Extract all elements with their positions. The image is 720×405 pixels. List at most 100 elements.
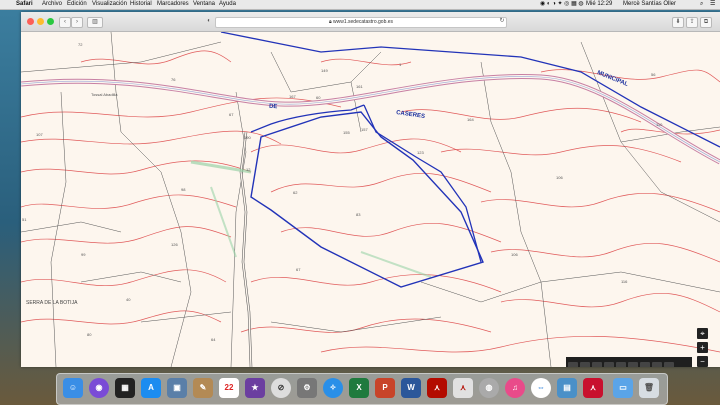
folder-icon[interactable]: ▭ bbox=[613, 378, 633, 398]
browser-toolbar: ‹ › ▥ ◐ 🔒︎ www1.sedecatastro.gob.es ↻ ⬇ … bbox=[21, 12, 720, 32]
zoom-in-button[interactable]: + bbox=[697, 342, 708, 353]
parcel-number: 99 bbox=[81, 252, 86, 257]
map-tool-bar bbox=[566, 357, 692, 367]
calendar-day: 22 bbox=[224, 383, 234, 392]
parcel-number: 126 bbox=[171, 242, 178, 247]
parcel-number: 80 bbox=[87, 332, 92, 337]
parcel-number: 51 bbox=[22, 217, 27, 222]
address-bar[interactable]: 🔒︎ www1.sedecatastro.gob.es bbox=[215, 17, 507, 28]
imovie-icon[interactable]: ★ bbox=[245, 378, 265, 398]
menu-archivo[interactable]: Archivo bbox=[42, 0, 62, 9]
locate-button[interactable]: ⌖ bbox=[697, 328, 708, 339]
map-tool-icon[interactable] bbox=[580, 362, 590, 367]
menu-marcadores[interactable]: Marcadores bbox=[157, 0, 189, 9]
list-icon[interactable]: ☰ bbox=[710, 0, 715, 9]
acrobat-reader-icon[interactable]: ⋏ bbox=[453, 378, 473, 398]
parcel-number: 83 bbox=[356, 212, 361, 217]
minimize-icon[interactable] bbox=[37, 18, 44, 25]
preview-icon[interactable]: ▤ bbox=[557, 378, 577, 398]
search-icon[interactable]: ⌕ bbox=[700, 0, 703, 9]
municipal-boundary bbox=[220, 32, 720, 263]
parcel-number: 167 bbox=[289, 94, 296, 99]
map-tool-icon[interactable] bbox=[616, 362, 626, 367]
parcel-number: 67 bbox=[296, 267, 301, 272]
safari-window: ‹ › ▥ ◐ 🔒︎ www1.sedecatastro.gob.es ↻ ⬇ … bbox=[21, 12, 720, 367]
zoom-out-button[interactable]: − bbox=[697, 356, 708, 367]
clock[interactable]: Mié 12:29 bbox=[586, 0, 612, 9]
app-store-icon[interactable]: A bbox=[141, 378, 161, 398]
notes-icon[interactable]: ✎ bbox=[193, 378, 213, 398]
dock: ☺ ◉ ▦ A ▣ ✎ 22 ★ ⊘ ⚙ ✧ X P W ⋏ ⋏ ◍ ♫ ⇔ ▤… bbox=[56, 373, 668, 405]
tabs-icon[interactable]: ⧉ bbox=[700, 17, 712, 28]
trash-icon[interactable]: 🗑︎ bbox=[639, 378, 659, 398]
app-name[interactable]: Safari bbox=[16, 0, 33, 9]
sidebar-icon[interactable]: ▥ bbox=[87, 17, 103, 28]
map-tool-icon[interactable] bbox=[652, 362, 662, 367]
disk-utility-icon[interactable]: ◍ bbox=[479, 378, 499, 398]
parcel-number: 106 bbox=[556, 175, 563, 180]
parcel-number: 62 bbox=[293, 190, 298, 195]
close-icon[interactable] bbox=[27, 18, 34, 25]
parcel-number: 1 bbox=[399, 62, 402, 67]
parcel-number: 107 bbox=[36, 132, 43, 137]
forward-button[interactable]: › bbox=[71, 17, 83, 28]
itunes-icon[interactable]: ♫ bbox=[505, 378, 525, 398]
map-tool-icon[interactable] bbox=[604, 362, 614, 367]
label-small: Tossal Abadilla bbox=[91, 92, 118, 97]
user-name[interactable]: Mercè Santías Oller bbox=[623, 0, 676, 9]
map-tool-icon[interactable] bbox=[628, 362, 638, 367]
block-icon[interactable]: ⊘ bbox=[271, 378, 291, 398]
parcel-number: 116 bbox=[621, 279, 628, 284]
mission-control-icon[interactable]: ▦ bbox=[115, 378, 135, 398]
url-text: www1.sedecatastro.gob.es bbox=[333, 19, 394, 25]
map-tool-icon[interactable] bbox=[568, 362, 578, 367]
parcel-number: 157 bbox=[361, 127, 368, 132]
parcel-number: 12 bbox=[246, 167, 251, 172]
menu-ventana[interactable]: Ventana bbox=[193, 0, 215, 9]
parcel-number: 64 bbox=[211, 337, 216, 342]
label-de: DE bbox=[268, 103, 278, 111]
parcel-number: 164 bbox=[467, 117, 474, 122]
download-icon[interactable]: ⬇ bbox=[672, 17, 684, 28]
parcel-number: 149 bbox=[321, 68, 328, 73]
cadastral-map[interactable]: DE CASERES MUNICIPAL SERRA DE LA BOTIJA … bbox=[21, 32, 720, 367]
menu-edicion[interactable]: Edición bbox=[67, 0, 87, 9]
parcel-number: 76 bbox=[171, 77, 176, 82]
menu-ayuda[interactable]: Ayuda bbox=[219, 0, 236, 9]
parcel-number: 60 bbox=[316, 95, 321, 100]
excel-icon[interactable]: X bbox=[349, 378, 369, 398]
acrobat-icon[interactable]: ⋏ bbox=[427, 378, 447, 398]
word-icon[interactable]: W bbox=[401, 378, 421, 398]
safari-icon[interactable]: ✧ bbox=[323, 378, 343, 398]
parcel-number: 155 bbox=[343, 130, 350, 135]
status-icons[interactable]: ◉ ◐ ◑ ✦ ◎ ▦ ◍ bbox=[540, 0, 584, 9]
parcel-number: 161 bbox=[356, 84, 363, 89]
selected-parcel-outline[interactable] bbox=[250, 111, 484, 288]
parcel-number: 40 bbox=[126, 297, 131, 302]
parcel-number: 98 bbox=[181, 187, 186, 192]
share-icon[interactable]: ⇪ bbox=[686, 17, 698, 28]
system-prefs-icon[interactable]: ⚙ bbox=[297, 378, 317, 398]
pdf-icon[interactable]: ⋏ bbox=[583, 378, 603, 398]
calendar-icon[interactable]: 22 bbox=[219, 378, 239, 398]
parcel-number: 56 bbox=[651, 72, 656, 77]
menu-historial[interactable]: Historial bbox=[130, 0, 152, 9]
parcel-number: 72 bbox=[78, 42, 83, 47]
powerpoint-icon[interactable]: P bbox=[375, 378, 395, 398]
reload-icon[interactable]: ↻ bbox=[499, 17, 505, 26]
parcel-number: 110 bbox=[656, 122, 663, 127]
siri-icon[interactable]: ◉ bbox=[89, 378, 109, 398]
menu-visualizacion[interactable]: Visualización bbox=[92, 0, 127, 9]
teamviewer-icon[interactable]: ⇔ bbox=[531, 378, 551, 398]
map-tool-icon[interactable] bbox=[664, 362, 674, 367]
privacy-icon[interactable]: ◐ bbox=[205, 17, 213, 26]
map-tool-icon[interactable] bbox=[592, 362, 602, 367]
label-serra: SERRA DE LA BOTIJA bbox=[26, 300, 78, 306]
finder-icon[interactable]: ☺ bbox=[63, 378, 83, 398]
map-tool-icon[interactable] bbox=[640, 362, 650, 367]
parcel-number: 67 bbox=[229, 112, 234, 117]
back-button[interactable]: ‹ bbox=[59, 17, 71, 28]
parcel-number: 106 bbox=[511, 252, 518, 257]
photo-icon[interactable]: ▣ bbox=[167, 378, 187, 398]
zoom-icon[interactable] bbox=[47, 18, 54, 25]
